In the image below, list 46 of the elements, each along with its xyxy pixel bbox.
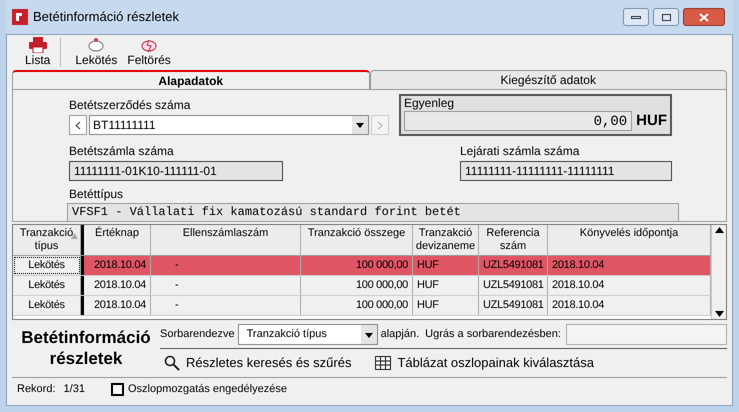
field-label: Betétszámla száma <box>69 143 175 160</box>
toolbar-button[interactable]: Lista <box>25 37 50 67</box>
table-row[interactable]: Lekötés 2018.10.04 - 100 000,00 HUF UZL5491081 2018.10.04 <box>13 276 711 296</box>
contract-dropdown[interactable]: BT11111111 <box>89 115 369 135</box>
deposit-type-field: VFSF1 - Vállalati fix kamatozású standard forint betét <box>67 203 679 222</box>
table-cell: 2018.10.04 <box>84 296 151 315</box>
record-count: 1/31 <box>64 382 85 397</box>
footer-title: Betétinformáció részletek <box>20 327 152 370</box>
table-row[interactable]: Lekötés 2018.10.04 - 100 000,00 HUF UZL5491081 2018.10.04 <box>13 256 711 276</box>
table-cell: UZL5491081 <box>479 276 548 295</box>
table-cell: UZL5491081 <box>479 256 548 275</box>
sort-suffix: alapján. <box>380 326 420 342</box>
window-title: Betétinformáció részletek <box>33 8 179 26</box>
table-cell: UZL5491081 <box>479 296 548 315</box>
table-cell: HUF <box>413 276 479 295</box>
toolbar-button[interactable]: Feltörés <box>127 37 171 67</box>
table-row[interactable]: Lekötés 2018.10.04 - 100 000,00 HUF UZL5491081 2018.10.04 <box>13 296 711 316</box>
jump-label: Ugrás a sorbarendezésben: <box>425 326 561 342</box>
table-cell: HUF <box>413 256 479 275</box>
account-field: 11111111-01K10-111111-01 <box>69 161 283 181</box>
tab[interactable]: Alapadatok <box>12 70 370 90</box>
sort-dropdown[interactable]: Tranzakció típus <box>238 324 378 344</box>
tab[interactable]: Kiegészítő adatok <box>370 70 727 90</box>
table-cell: 2018.10.04 <box>84 256 151 275</box>
currency-label: HUF <box>636 111 667 131</box>
column-chooser-link[interactable]: Táblázat oszlopainak kiválasztása <box>375 353 594 373</box>
toolbar-button[interactable]: Lekötés <box>75 37 118 67</box>
detailed-search-link[interactable]: Részletes keresés és szűrés <box>164 353 352 373</box>
table-cell: HUF <box>413 296 479 315</box>
table-cell: 2018.10.04 <box>84 276 151 295</box>
maturity-account-field: 11111111-11111111-11111111 <box>460 161 672 181</box>
sort-label: Sorbarendezve <box>160 326 235 342</box>
table-cell: Lekötés <box>13 256 81 275</box>
field-label: Betétszerződés száma <box>69 97 192 114</box>
record-label: Rekord: <box>17 382 56 397</box>
checkbox-label: Oszlopmozgatás engedélyezése <box>128 382 287 397</box>
table-cell: 100 000,00 <box>301 256 413 275</box>
field-label: Egyenleg <box>404 96 456 110</box>
table-cell: - <box>151 256 301 275</box>
table-cell: 100 000,00 <box>301 276 413 295</box>
table-cell: 100 000,00 <box>301 296 413 315</box>
field-label: Lejárati számla száma <box>460 143 580 160</box>
table-cell: - <box>151 276 301 295</box>
table-cell: - <box>151 296 301 315</box>
balance-field: 0,00 <box>404 111 632 132</box>
field-label: Betéttípus <box>69 186 124 203</box>
